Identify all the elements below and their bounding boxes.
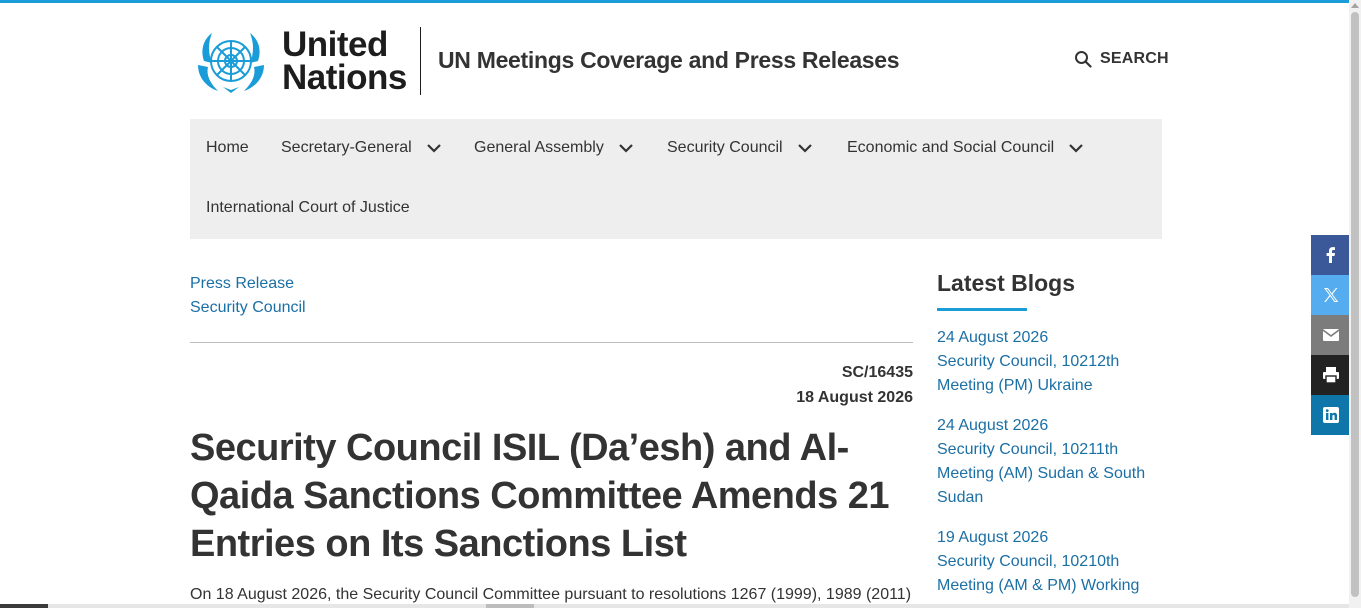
share-facebook-button[interactable] — [1311, 235, 1351, 275]
list-item: 24 August 2026 Security Council, 10211th… — [937, 414, 1162, 510]
blog-date-link[interactable]: 24 August 2026 — [937, 326, 1162, 350]
page-title: Security Council ISIL (Da’esh) and Al-Qa… — [190, 427, 890, 565]
nav-item-label: International Court of Justice — [206, 199, 410, 216]
blog-list: 24 August 2026 Security Council, 10212th… — [937, 326, 1162, 608]
blog-date-link[interactable]: 24 August 2026 — [937, 414, 1162, 438]
logo-line-2: Nations — [282, 58, 407, 97]
blog-date-link[interactable]: 19 August 2026 — [937, 526, 1162, 550]
un-logo[interactable]: United Nations — [190, 27, 407, 95]
list-item: 24 August 2026 Security Council, 10212th… — [937, 326, 1162, 398]
chevron-down-icon — [1069, 144, 1083, 153]
search-button[interactable]: SEARCH — [1074, 50, 1169, 68]
nav-item-label: Security Council — [667, 139, 783, 156]
blog-title-link[interactable]: Security Council, 10210th Meeting (AM & … — [937, 550, 1162, 598]
nav-item-label: Secretary-General — [281, 139, 412, 156]
x-icon — [1324, 288, 1339, 302]
divider — [190, 342, 913, 343]
nav-item-home[interactable]: Home — [206, 136, 249, 160]
document-date: 18 August 2026 — [796, 389, 913, 406]
nav-item-secretary-general[interactable]: Secretary-General — [281, 136, 442, 160]
blog-title-link[interactable]: Security Council, 10212th Meeting (PM) U… — [937, 350, 1162, 398]
document-meta: SC/16435 18 August 2026 — [796, 360, 913, 410]
list-item: 19 August 2026 Security Council, 10210th… — [937, 526, 1162, 598]
site-title[interactable]: UN Meetings Coverage and Press Releases — [438, 47, 900, 74]
top-accent-bar — [0, 0, 1361, 3]
search-label: SEARCH — [1100, 50, 1169, 67]
blog-title-link[interactable]: Security Council, 10211th Meeting (AM) S… — [937, 438, 1162, 510]
nav-item-economic-and-social-council[interactable]: Economic and Social Council — [847, 136, 1084, 160]
chevron-down-icon — [426, 144, 441, 153]
chevron-down-icon — [797, 144, 812, 153]
share-bar — [1311, 235, 1351, 435]
email-icon — [1322, 329, 1340, 341]
share-x-button[interactable] — [1311, 275, 1351, 315]
logo-line-1: United — [282, 25, 388, 64]
nav-item-international-court-of-justice[interactable]: International Court of Justice — [206, 196, 410, 220]
bottom-strip — [0, 604, 1349, 608]
nav-item-label: General Assembly — [474, 139, 604, 156]
breadcrumb-press-release[interactable]: Press Release — [190, 272, 306, 296]
un-emblem-icon — [198, 33, 264, 93]
header-divider — [420, 27, 421, 95]
bottom-strip-segment — [486, 604, 534, 608]
facebook-icon — [1326, 247, 1335, 263]
search-icon — [1075, 51, 1092, 68]
print-icon — [1323, 367, 1339, 384]
main-nav: Home Secretary-General General Assembly … — [190, 119, 1162, 239]
linkedin-icon — [1323, 407, 1339, 423]
latest-blogs-heading: Latest Blogs — [937, 270, 1076, 296]
breadcrumb: Press Release Security Council — [190, 272, 306, 320]
bottom-strip-segment — [534, 604, 1349, 608]
logo-wordmark: United Nations — [282, 25, 407, 97]
document-code: SC/16435 — [841, 364, 913, 381]
bottom-strip-segment — [48, 604, 486, 608]
scroll-up-arrow-icon[interactable] — [1351, 3, 1359, 8]
nav-item-label: Economic and Social Council — [847, 139, 1055, 156]
share-print-button[interactable] — [1311, 355, 1351, 395]
chevron-down-icon — [619, 144, 633, 153]
nav-item-general-assembly[interactable]: General Assembly — [474, 136, 634, 160]
share-linkedin-button[interactable] — [1311, 395, 1351, 435]
page-scrollbar[interactable] — [1349, 0, 1361, 608]
scrollbar-thumb[interactable] — [1351, 12, 1359, 597]
share-email-button[interactable] — [1311, 315, 1351, 355]
breadcrumb-security-council[interactable]: Security Council — [190, 296, 306, 320]
heading-underline — [937, 308, 1027, 311]
nav-item-label: Home — [206, 139, 249, 156]
nav-item-security-council[interactable]: Security Council — [667, 136, 813, 160]
